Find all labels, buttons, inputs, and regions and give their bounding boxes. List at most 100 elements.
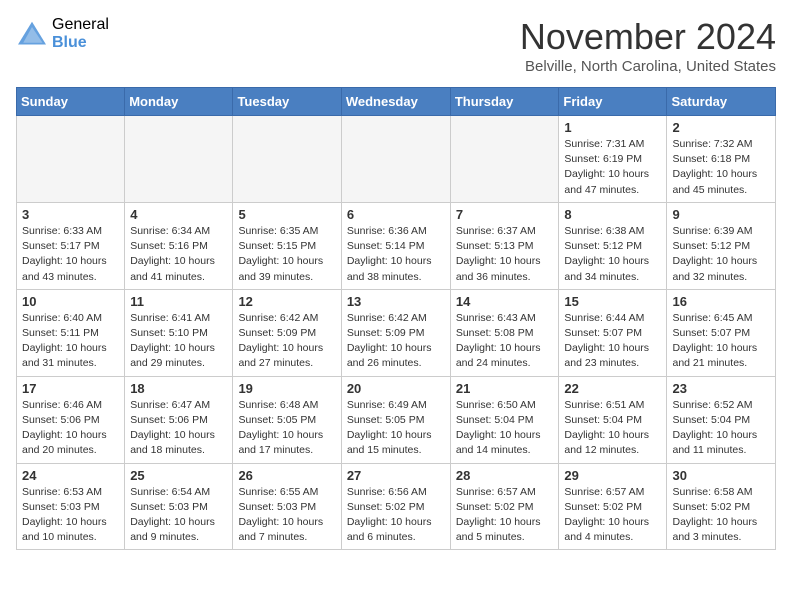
day-info: Sunrise: 6:35 AM Sunset: 5:15 PM Dayligh… xyxy=(238,224,335,285)
day-number: 12 xyxy=(238,294,335,309)
day-number: 30 xyxy=(672,468,770,483)
location: Belville, North Carolina, United States xyxy=(520,58,776,75)
day-cell: 1 Sunrise: 7:31 AM Sunset: 6:19 PM Daylig… xyxy=(559,116,667,203)
day-cell: 27 Sunrise: 6:56 AM Sunset: 5:02 PM Dayli… xyxy=(341,463,450,550)
col-header-saturday: Saturday xyxy=(667,88,776,116)
day-info: Sunrise: 6:41 AM Sunset: 5:10 PM Dayligh… xyxy=(130,311,227,372)
day-info: Sunrise: 6:34 AM Sunset: 5:16 PM Dayligh… xyxy=(130,224,227,285)
day-cell: 3 Sunrise: 6:33 AM Sunset: 5:17 PM Daylig… xyxy=(17,202,125,289)
day-number: 25 xyxy=(130,468,227,483)
day-number: 1 xyxy=(564,120,661,135)
day-number: 21 xyxy=(456,381,554,396)
day-cell: 18 Sunrise: 6:47 AM Sunset: 5:06 PM Dayli… xyxy=(125,376,233,463)
day-cell: 8Sunrise: 6:38 AM Sunset: 5:12 PM Daylig… xyxy=(559,202,667,289)
day-info: Sunrise: 6:47 AM Sunset: 5:06 PM Dayligh… xyxy=(130,398,227,459)
week-row-5: 24Sunrise: 6:53 AM Sunset: 5:03 PM Dayli… xyxy=(17,463,776,550)
col-header-friday: Friday xyxy=(559,88,667,116)
day-cell xyxy=(17,116,125,203)
day-cell: 29Sunrise: 6:57 AM Sunset: 5:02 PM Dayli… xyxy=(559,463,667,550)
day-number: 19 xyxy=(238,381,335,396)
day-number: 5 xyxy=(238,207,335,222)
day-number: 4 xyxy=(130,207,227,222)
day-number: 18 xyxy=(130,381,227,396)
day-cell xyxy=(233,116,341,203)
day-number: 16 xyxy=(672,294,770,309)
day-cell: 16Sunrise: 6:45 AM Sunset: 5:07 PM Dayli… xyxy=(667,289,776,376)
day-number: 7 xyxy=(456,207,554,222)
day-info: Sunrise: 6:54 AM Sunset: 5:03 PM Dayligh… xyxy=(130,485,227,546)
day-info: Sunrise: 6:42 AM Sunset: 5:09 PM Dayligh… xyxy=(347,311,445,372)
day-number: 23 xyxy=(672,381,770,396)
day-number: 14 xyxy=(456,294,554,309)
day-info: Sunrise: 6:46 AM Sunset: 5:06 PM Dayligh… xyxy=(22,398,119,459)
day-info: Sunrise: 6:43 AM Sunset: 5:08 PM Dayligh… xyxy=(456,311,554,372)
col-header-wednesday: Wednesday xyxy=(341,88,450,116)
day-number: 2 xyxy=(672,120,770,135)
col-header-sunday: Sunday xyxy=(17,88,125,116)
day-cell: 15Sunrise: 6:44 AM Sunset: 5:07 PM Dayli… xyxy=(559,289,667,376)
day-cell: 10 Sunrise: 6:40 AM Sunset: 5:11 PM Dayli… xyxy=(17,289,125,376)
day-cell: 11Sunrise: 6:41 AM Sunset: 5:10 PM Dayli… xyxy=(125,289,233,376)
day-cell: 9 Sunrise: 6:39 AM Sunset: 5:12 PM Daylig… xyxy=(667,202,776,289)
day-cell xyxy=(450,116,559,203)
week-row-2: 3 Sunrise: 6:33 AM Sunset: 5:17 PM Daylig… xyxy=(17,202,776,289)
day-cell: 23 Sunrise: 6:52 AM Sunset: 5:04 PM Dayli… xyxy=(667,376,776,463)
day-info: Sunrise: 6:55 AM Sunset: 5:03 PM Dayligh… xyxy=(238,485,335,546)
logo: General Blue xyxy=(16,16,109,51)
col-header-tuesday: Tuesday xyxy=(233,88,341,116)
day-number: 10 xyxy=(22,294,119,309)
logo-icon xyxy=(16,20,48,48)
day-cell: 21 Sunrise: 6:50 AM Sunset: 5:04 PM Dayli… xyxy=(450,376,559,463)
day-number: 28 xyxy=(456,468,554,483)
day-number: 20 xyxy=(347,381,445,396)
day-number: 22 xyxy=(564,381,661,396)
page-header: General Blue November 2024 Belville, Nor… xyxy=(16,16,776,75)
day-number: 26 xyxy=(238,468,335,483)
week-row-4: 17 Sunrise: 6:46 AM Sunset: 5:06 PM Dayli… xyxy=(17,376,776,463)
day-info: Sunrise: 6:50 AM Sunset: 5:04 PM Dayligh… xyxy=(456,398,554,459)
day-cell: 24Sunrise: 6:53 AM Sunset: 5:03 PM Dayli… xyxy=(17,463,125,550)
day-info: Sunrise: 6:58 AM Sunset: 5:02 PM Dayligh… xyxy=(672,485,770,546)
day-cell: 7Sunrise: 6:37 AM Sunset: 5:13 PM Daylig… xyxy=(450,202,559,289)
day-info: Sunrise: 6:36 AM Sunset: 5:14 PM Dayligh… xyxy=(347,224,445,285)
day-cell xyxy=(341,116,450,203)
day-info: Sunrise: 6:33 AM Sunset: 5:17 PM Dayligh… xyxy=(22,224,119,285)
day-number: 13 xyxy=(347,294,445,309)
day-info: Sunrise: 6:49 AM Sunset: 5:05 PM Dayligh… xyxy=(347,398,445,459)
day-cell: 17 Sunrise: 6:46 AM Sunset: 5:06 PM Dayli… xyxy=(17,376,125,463)
day-number: 27 xyxy=(347,468,445,483)
day-cell: 5 Sunrise: 6:35 AM Sunset: 5:15 PM Daylig… xyxy=(233,202,341,289)
day-cell: 30 Sunrise: 6:58 AM Sunset: 5:02 PM Dayli… xyxy=(667,463,776,550)
calendar-header-row: SundayMondayTuesdayWednesdayThursdayFrid… xyxy=(17,88,776,116)
day-number: 6 xyxy=(347,207,445,222)
day-info: Sunrise: 7:32 AM Sunset: 6:18 PM Dayligh… xyxy=(672,137,770,198)
day-number: 9 xyxy=(672,207,770,222)
day-number: 3 xyxy=(22,207,119,222)
title-block: November 2024 Belville, North Carolina, … xyxy=(520,16,776,75)
day-cell: 12 Sunrise: 6:42 AM Sunset: 5:09 PM Dayli… xyxy=(233,289,341,376)
day-info: Sunrise: 6:51 AM Sunset: 5:04 PM Dayligh… xyxy=(564,398,661,459)
day-cell: 19 Sunrise: 6:48 AM Sunset: 5:05 PM Dayli… xyxy=(233,376,341,463)
day-number: 17 xyxy=(22,381,119,396)
day-cell: 4 Sunrise: 6:34 AM Sunset: 5:16 PM Daylig… xyxy=(125,202,233,289)
calendar-table: SundayMondayTuesdayWednesdayThursdayFrid… xyxy=(16,87,776,550)
day-cell: 14 Sunrise: 6:43 AM Sunset: 5:08 PM Dayli… xyxy=(450,289,559,376)
day-info: Sunrise: 6:48 AM Sunset: 5:05 PM Dayligh… xyxy=(238,398,335,459)
day-info: Sunrise: 6:57 AM Sunset: 5:02 PM Dayligh… xyxy=(456,485,554,546)
day-info: Sunrise: 6:52 AM Sunset: 5:04 PM Dayligh… xyxy=(672,398,770,459)
day-info: Sunrise: 6:56 AM Sunset: 5:02 PM Dayligh… xyxy=(347,485,445,546)
day-number: 29 xyxy=(564,468,661,483)
day-number: 8 xyxy=(564,207,661,222)
day-info: Sunrise: 6:40 AM Sunset: 5:11 PM Dayligh… xyxy=(22,311,119,372)
day-cell: 20 Sunrise: 6:49 AM Sunset: 5:05 PM Dayli… xyxy=(341,376,450,463)
day-cell: 28 Sunrise: 6:57 AM Sunset: 5:02 PM Dayli… xyxy=(450,463,559,550)
day-cell xyxy=(125,116,233,203)
day-cell: 13 Sunrise: 6:42 AM Sunset: 5:09 PM Dayli… xyxy=(341,289,450,376)
week-row-1: 1 Sunrise: 7:31 AM Sunset: 6:19 PM Daylig… xyxy=(17,116,776,203)
day-info: Sunrise: 6:42 AM Sunset: 5:09 PM Dayligh… xyxy=(238,311,335,372)
day-info: Sunrise: 6:39 AM Sunset: 5:12 PM Dayligh… xyxy=(672,224,770,285)
day-cell: 22 Sunrise: 6:51 AM Sunset: 5:04 PM Dayli… xyxy=(559,376,667,463)
logo-text: General Blue xyxy=(52,16,109,51)
logo-blue: Blue xyxy=(52,34,109,52)
day-info: Sunrise: 7:31 AM Sunset: 6:19 PM Dayligh… xyxy=(564,137,661,198)
